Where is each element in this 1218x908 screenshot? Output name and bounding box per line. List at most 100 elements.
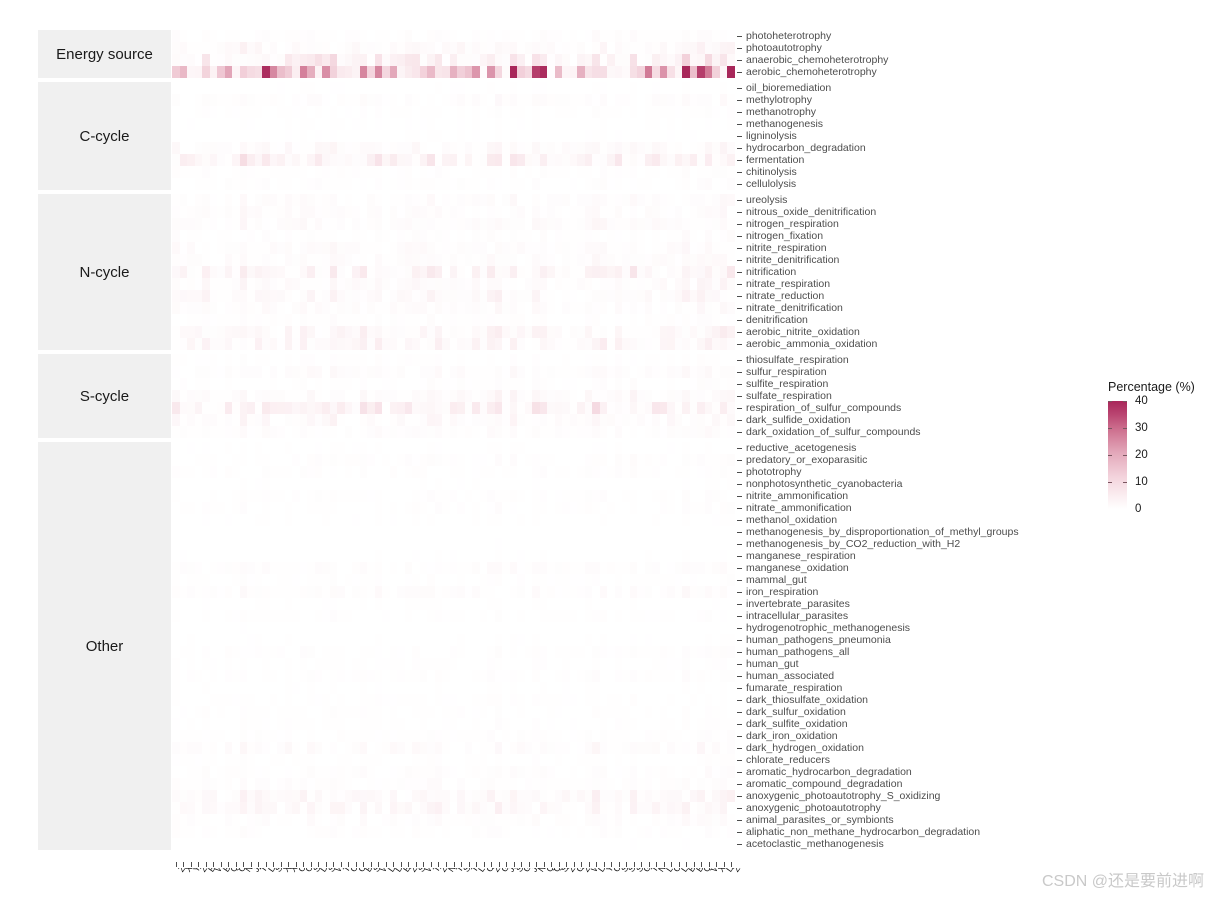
heatmap-cell <box>599 778 607 790</box>
heatmap-cell <box>329 802 337 814</box>
heatmap-cell <box>502 598 510 610</box>
heatmap-cell <box>449 106 457 118</box>
heatmap-cell <box>322 586 330 598</box>
heatmap-cell <box>232 766 240 778</box>
heatmap-cell <box>637 206 645 218</box>
heatmap-cell <box>457 658 465 670</box>
heatmap-cell <box>517 254 525 266</box>
heatmap-cell <box>262 414 270 426</box>
heatmap-cell <box>382 562 390 574</box>
heatmap-cell <box>442 478 450 490</box>
heatmap-cell <box>322 66 330 78</box>
heatmap-cell <box>487 646 495 658</box>
heatmap-cell <box>277 402 285 414</box>
heatmap-cell <box>277 166 285 178</box>
heatmap-cell <box>307 354 315 366</box>
heatmap-cell <box>419 82 427 94</box>
heatmap-cell <box>367 718 375 730</box>
heatmap-cell <box>427 326 435 338</box>
heatmap-cell <box>209 454 217 466</box>
heatmap-cell <box>652 390 660 402</box>
heatmap-cell <box>179 694 187 706</box>
heatmap-cell <box>284 54 292 66</box>
heatmap-cell <box>434 478 442 490</box>
heatmap-cell <box>599 82 607 94</box>
heatmap-cell <box>457 610 465 622</box>
heatmap-cell <box>254 442 262 454</box>
heatmap-cell <box>494 706 502 718</box>
heatmap-cell <box>607 30 615 42</box>
heatmap-cell <box>419 598 427 610</box>
heatmap-cell <box>307 142 315 154</box>
heatmap-cell <box>614 354 622 366</box>
heatmap-cell <box>592 442 600 454</box>
heatmap-cell <box>239 218 247 230</box>
heatmap-cell <box>172 502 180 514</box>
heatmap-cell <box>697 338 705 350</box>
heatmap-cell <box>592 574 600 586</box>
heatmap-cell <box>479 730 487 742</box>
heatmap-cell <box>442 550 450 562</box>
heatmap-cell <box>442 670 450 682</box>
heatmap-cell <box>194 218 202 230</box>
heatmap-cell <box>554 338 562 350</box>
heatmap-cell <box>494 586 502 598</box>
heatmap-cell <box>532 178 540 190</box>
heatmap-cell <box>712 598 720 610</box>
heatmap-cell <box>659 766 667 778</box>
heatmap-cell <box>607 426 615 438</box>
heatmap-cell <box>322 634 330 646</box>
heatmap-cell <box>607 514 615 526</box>
heatmap-cell <box>547 206 555 218</box>
heatmap-cell <box>614 30 622 42</box>
heatmap-cell <box>599 206 607 218</box>
heatmap-cell <box>217 266 225 278</box>
heatmap-cell <box>284 82 292 94</box>
heatmap-cell <box>404 682 412 694</box>
heatmap-cell <box>494 154 502 166</box>
heatmap-cell <box>397 766 405 778</box>
heatmap-cell <box>277 778 285 790</box>
heatmap-cell <box>202 366 210 378</box>
heatmap-cell <box>337 802 345 814</box>
heatmap-cell <box>509 302 517 314</box>
heatmap-cell <box>397 622 405 634</box>
heatmap-cell <box>629 82 637 94</box>
heatmap-cell <box>314 670 322 682</box>
heatmap-cell <box>224 338 232 350</box>
heatmap-cell <box>652 574 660 586</box>
heatmap-cell <box>284 466 292 478</box>
heatmap-cell <box>322 694 330 706</box>
heatmap-cell <box>509 634 517 646</box>
heatmap-cell <box>607 658 615 670</box>
heatmap-cell <box>194 478 202 490</box>
heatmap-cell <box>569 42 577 54</box>
heatmap-cell <box>404 622 412 634</box>
heatmap-cell <box>502 502 510 514</box>
heatmap-cell <box>367 94 375 106</box>
heatmap-cell <box>352 802 360 814</box>
heatmap-cell <box>719 194 727 206</box>
heatmap-cell <box>299 94 307 106</box>
heatmap-cell <box>434 218 442 230</box>
heatmap-cell <box>652 766 660 778</box>
heatmap-cell <box>704 230 712 242</box>
heatmap-cell <box>322 54 330 66</box>
heatmap-cell <box>547 178 555 190</box>
heatmap-cell <box>427 538 435 550</box>
heatmap-cell <box>202 194 210 206</box>
heatmap-cell <box>404 502 412 514</box>
heatmap-cell <box>194 802 202 814</box>
heatmap-cell <box>404 826 412 838</box>
heatmap-cell <box>577 550 585 562</box>
heatmap-cell <box>172 230 180 242</box>
heatmap-cell <box>359 154 367 166</box>
heatmap-cell <box>524 366 532 378</box>
heatmap-cell <box>367 194 375 206</box>
heatmap-cell <box>232 730 240 742</box>
heatmap-cell <box>247 766 255 778</box>
heatmap-cell <box>472 670 480 682</box>
heatmap-cell <box>442 706 450 718</box>
heatmap-cell <box>592 598 600 610</box>
heatmap-cell <box>434 142 442 154</box>
